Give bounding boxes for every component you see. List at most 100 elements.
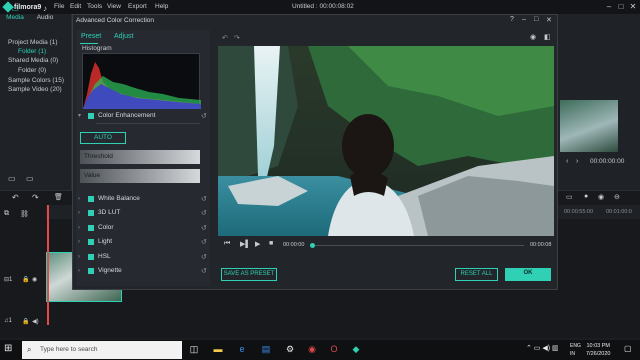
reset-icon[interactable]: ↺: [201, 238, 207, 246]
language-indicator[interactable]: ENG IN: [570, 342, 581, 358]
chrome-icon[interactable]: ◉: [306, 343, 318, 355]
reset-icon[interactable]: ↺: [201, 112, 207, 120]
tab-adjust[interactable]: Adjust: [114, 33, 133, 40]
tab-underline: [80, 43, 98, 44]
play-icon[interactable]: ▶: [255, 240, 260, 248]
auto-button[interactable]: AUTO: [80, 132, 126, 144]
dialog-maximize-icon[interactable]: □: [534, 16, 538, 23]
reset-icon[interactable]: ↺: [201, 224, 207, 232]
lut-section[interactable]: › 3D LUT: [78, 209, 120, 216]
edge-icon[interactable]: e: [236, 343, 248, 355]
undo-icon[interactable]: ↶: [222, 34, 228, 42]
clock-date: 7/26/2020: [586, 351, 611, 357]
media-item-folder[interactable]: Folder (1): [18, 48, 46, 55]
redo-icon[interactable]: ↷: [32, 193, 39, 202]
link-icon[interactable]: ⛓: [20, 210, 29, 218]
new-folder-icon[interactable]: ▭: [8, 174, 16, 183]
reset-icon[interactable]: ↺: [201, 195, 207, 203]
reset-icon[interactable]: ↺: [201, 267, 207, 275]
ok-button[interactable]: OK: [505, 268, 551, 281]
checkbox-icon[interactable]: [88, 238, 94, 245]
taskbar-search-input[interactable]: ⌕ Type here to search: [22, 341, 182, 359]
render-icon[interactable]: ▭: [566, 193, 573, 201]
add-track-icon[interactable]: ⧉: [4, 210, 9, 218]
menu-view[interactable]: View: [107, 3, 121, 10]
dialog-title: Advanced Color Correction: [76, 17, 155, 24]
reset-all-button[interactable]: RESET ALL: [455, 268, 498, 281]
system-tray-icons[interactable]: ⌃ ▭ ◀) ▥: [526, 344, 559, 352]
save-as-preset-button[interactable]: SAVE AS PRESET: [221, 268, 277, 281]
dialog-minimize-icon[interactable]: –: [522, 16, 526, 23]
help-icon[interactable]: ?: [510, 16, 514, 23]
folder-icon: ▭: [11, 4, 19, 13]
compare-eye-icon[interactable]: ◉: [530, 33, 536, 41]
vignette-section[interactable]: › Vignette: [78, 267, 122, 274]
microphone-icon[interactable]: ●: [584, 193, 588, 200]
prev-frame-icon[interactable]: ‹: [566, 158, 568, 165]
checkbox-icon[interactable]: [88, 253, 94, 260]
media-item-sample-video[interactable]: Sample Video (20): [8, 86, 62, 93]
checkbox-icon[interactable]: [88, 209, 94, 216]
dialog-close-icon[interactable]: ✕: [546, 16, 552, 24]
checkbox-icon[interactable]: [88, 267, 94, 274]
right-timecode: 00:00:00:00: [590, 158, 625, 165]
eye-icon[interactable]: ◉: [32, 276, 37, 283]
tab-preset[interactable]: Preset: [81, 33, 101, 40]
color-label: Color: [98, 224, 114, 231]
close-icon[interactable]: ✕: [628, 2, 638, 12]
split-view-icon[interactable]: ◧: [544, 33, 551, 41]
menu-edit[interactable]: Edit: [70, 3, 81, 10]
menu-export[interactable]: Export: [128, 3, 147, 10]
light-section[interactable]: › Light: [78, 238, 112, 245]
value-slider[interactable]: Value: [80, 169, 200, 183]
chevron-right-icon: ›: [78, 253, 80, 260]
menu-help[interactable]: Help: [155, 3, 168, 10]
redo-icon[interactable]: ↷: [234, 34, 240, 42]
checkbox-icon[interactable]: [88, 112, 94, 119]
reset-icon[interactable]: ↺: [201, 253, 207, 261]
clock[interactable]: 10:03 PM 7/26/2020: [586, 342, 610, 358]
prev-frame-icon[interactable]: ⏮: [224, 240, 230, 248]
notification-icon[interactable]: ▢: [624, 344, 632, 353]
menu-tools[interactable]: Tools: [87, 3, 102, 10]
media-item-sample-colors[interactable]: Sample Colors (15): [8, 77, 64, 84]
white-balance-section[interactable]: › White Balance: [78, 195, 140, 202]
minimize-icon[interactable]: –: [604, 2, 614, 12]
checkbox-icon[interactable]: [88, 224, 94, 231]
progress-handle[interactable]: [310, 243, 315, 248]
hsl-section[interactable]: › HSL: [78, 253, 111, 260]
delete-icon[interactable]: 🗑: [54, 193, 63, 201]
playhead[interactable]: [47, 205, 49, 325]
file-explorer-icon[interactable]: ▬: [212, 343, 224, 355]
checkbox-icon[interactable]: [88, 195, 94, 202]
opera-icon[interactable]: O: [328, 343, 340, 355]
zoom-out-icon[interactable]: ⊖: [614, 193, 620, 201]
tab-audio[interactable]: ♪ Audio: [30, 4, 60, 21]
task-view-icon[interactable]: ◫: [188, 343, 200, 355]
progress-track[interactable]: [312, 245, 524, 246]
threshold-slider[interactable]: Threshold: [80, 150, 200, 164]
reset-icon[interactable]: ↺: [201, 209, 207, 217]
tab-media[interactable]: ▭ Media: [0, 4, 30, 21]
media-item-shared-media[interactable]: Shared Media (0): [8, 57, 58, 64]
settings-icon[interactable]: ⚙: [284, 343, 296, 355]
step-icon[interactable]: ▶▌: [240, 240, 250, 248]
speaker-icon[interactable]: ◀): [32, 318, 39, 325]
camera-icon[interactable]: ◉: [598, 193, 604, 201]
audio-lock-icon[interactable]: 🔒: [22, 318, 29, 325]
color-enhancement-section[interactable]: ▾ Color Enhancement: [78, 112, 155, 119]
windows-start-icon[interactable]: ⊞: [4, 343, 16, 355]
lock-icon[interactable]: 🔒: [22, 276, 29, 283]
maximize-icon[interactable]: □: [616, 2, 626, 12]
folder-open-icon[interactable]: ▭: [26, 174, 34, 183]
undo-icon[interactable]: ↶: [12, 193, 19, 202]
stop-icon[interactable]: ■: [269, 240, 273, 247]
filmora-taskbar-icon[interactable]: ◆: [350, 343, 362, 355]
media-item-shared-folder[interactable]: Folder (0): [18, 67, 46, 74]
media-item-project-media[interactable]: Project Media (1): [8, 39, 58, 46]
store-icon[interactable]: ▤: [260, 343, 272, 355]
next-frame-icon[interactable]: ›: [576, 158, 578, 165]
chevron-right-icon: ›: [78, 224, 80, 231]
audio-track-label: ♫1: [4, 318, 12, 324]
color-section[interactable]: › Color: [78, 224, 114, 231]
